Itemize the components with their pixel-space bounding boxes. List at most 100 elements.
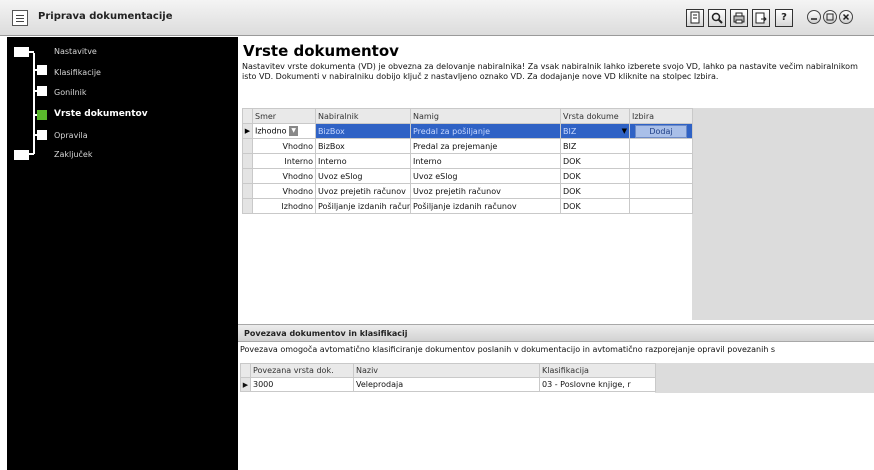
restore-icon[interactable] [823, 10, 837, 24]
dodaj-button[interactable]: Dodaj [635, 124, 687, 138]
table-row[interactable]: Vhodno BizBox Predal za prejemanje BIZ [242, 138, 693, 154]
cell-namig[interactable]: Uvoz eSlog [410, 168, 561, 184]
row-header [242, 183, 253, 199]
tree-connector [29, 51, 34, 53]
column-header-naziv[interactable]: Naziv [353, 363, 540, 378]
column-header-smer[interactable]: Smer [252, 108, 316, 124]
page-description: Nastavitev vrste dokumenta (VD) je obvez… [242, 62, 858, 81]
grid-empty-area [655, 363, 874, 393]
links-section-header: Povezava dokumentov in klasifikacij [238, 324, 874, 342]
cell-vrsta[interactable]: BIZ [560, 138, 630, 154]
grid-corner [240, 363, 251, 378]
dropdown-arrow-icon[interactable]: ▼ [289, 126, 299, 136]
row-pointer-icon: ▶ [240, 377, 251, 392]
search-icon[interactable] [708, 9, 726, 27]
sidebar-item-vrste-dokumentov[interactable]: Vrste dokumentov [54, 109, 148, 119]
wizard-steps-sidebar: Nastavitve Klasifikacije Gonilnik Vrste … [7, 37, 238, 470]
sidebar-item-zakljucek[interactable]: Zaključek [54, 150, 92, 159]
cell-nabiralnik[interactable]: Uvoz prejetih računov [315, 183, 411, 199]
cell-namig[interactable]: Interno [410, 153, 561, 169]
cell-namig[interactable]: Predal za prejemanje [410, 138, 561, 154]
dropdown-arrow-icon[interactable]: ▼ [622, 127, 627, 135]
cell-klasifikacija[interactable]: 03 - Poslovne knjige, r [539, 377, 656, 392]
cell-namig[interactable]: Pošiljanje izdanih računov [410, 198, 561, 214]
table-row[interactable]: Vhodno Uvoz prejetih računov Uvoz prejet… [242, 183, 693, 199]
table-row[interactable]: Vhodno Uvoz eSlog Uvoz eSlog DOK [242, 168, 693, 184]
tree-node-icon [37, 65, 47, 75]
cell-izbira[interactable] [629, 153, 693, 169]
sidebar-item-opravila[interactable]: Opravila [54, 131, 88, 140]
tree-node-icon [14, 47, 29, 57]
row-header [242, 168, 253, 184]
main-panel: Vrste dokumentov Nastavitev vrste dokume… [238, 37, 874, 470]
row-header [242, 153, 253, 169]
cell-nabiralnik[interactable]: Pošiljanje izdanih računov [315, 198, 411, 214]
cell-izbira[interactable]: Dodaj [629, 123, 693, 139]
cell-smer[interactable]: Interno [252, 153, 316, 169]
row-header [242, 138, 253, 154]
cell-povezana-vrsta[interactable]: 3000 [250, 377, 354, 392]
row-pointer-icon: ▶ [242, 123, 253, 139]
tree-node-active-icon [37, 110, 47, 120]
grid-header-row: Smer Nabiralnik Namig Vrsta dokume Izbir… [242, 108, 693, 124]
cell-izbira[interactable] [629, 198, 693, 214]
cell-namig[interactable]: Uvoz prejetih računov [410, 183, 561, 199]
cell-vrsta[interactable]: DOK [560, 153, 630, 169]
window-titlebar: Priprava dokumentacije ? [0, 0, 874, 36]
cell-vrsta[interactable]: DOK [560, 198, 630, 214]
column-header-izbira[interactable]: Izbira [629, 108, 693, 124]
cell-nabiralnik[interactable]: BizBox [315, 138, 411, 154]
cell-smer[interactable]: Vhodno [252, 168, 316, 184]
tree-connector [29, 153, 34, 155]
cell-smer[interactable]: Vhodno [252, 138, 316, 154]
table-row[interactable]: Interno Interno Interno DOK [242, 153, 693, 169]
sidebar-item-klasifikacije[interactable]: Klasifikacije [54, 68, 101, 77]
tree-node-icon [14, 150, 29, 160]
cell-izbira[interactable] [629, 168, 693, 184]
column-header-nabiralnik[interactable]: Nabiralnik [315, 108, 411, 124]
close-icon[interactable] [839, 10, 853, 24]
column-header-namig[interactable]: Namig [410, 108, 561, 124]
document-links-grid: Povezana vrsta dok. Naziv Klasifikacija … [240, 363, 656, 392]
row-header [242, 198, 253, 214]
minimize-icon[interactable] [807, 10, 821, 24]
cell-vrsta[interactable]: DOK [560, 168, 630, 184]
column-header-povezana-vrsta[interactable]: Povezana vrsta dok. [250, 363, 354, 378]
export-icon[interactable] [752, 9, 770, 27]
cell-nabiralnik[interactable]: BizBox [315, 123, 411, 139]
table-row[interactable]: Izhodno Pošiljanje izdanih računov Pošil… [242, 198, 693, 214]
grid-header-row: Povezana vrsta dok. Naziv Klasifikacija [240, 363, 656, 378]
column-header-vrsta[interactable]: Vrsta dokume [560, 108, 630, 124]
table-row[interactable]: ▶ Izhodno ▼ BizBox Predal za pošiljanje … [242, 123, 693, 139]
page-title: Vrste dokumentov [243, 42, 399, 60]
tree-node-icon [37, 130, 47, 140]
sidebar-item-gonilnik[interactable]: Gonilnik [54, 88, 87, 97]
column-header-klasifikacija[interactable]: Klasifikacija [539, 363, 656, 378]
tree-node-icon [37, 86, 47, 96]
cell-smer[interactable]: Vhodno [252, 183, 316, 199]
help-button[interactable]: ? [775, 9, 793, 27]
cell-naziv[interactable]: Veleprodaja [353, 377, 540, 392]
cell-nabiralnik[interactable]: Interno [315, 153, 411, 169]
cell-izbira[interactable] [629, 138, 693, 154]
smer-value: Izhodno [255, 126, 287, 136]
grid-empty-area [692, 108, 874, 320]
cell-vrsta[interactable]: DOK [560, 183, 630, 199]
cell-izbira[interactable] [629, 183, 693, 199]
print-icon[interactable] [730, 9, 748, 27]
app-menu-icon[interactable] [12, 10, 28, 26]
vrsta-select[interactable]: BIZ ▼ [560, 123, 630, 139]
table-row[interactable]: ▶ 3000 Veleprodaja 03 - Poslovne knjige,… [240, 377, 656, 392]
cell-smer[interactable]: Izhodno [252, 198, 316, 214]
document-types-grid: Smer Nabiralnik Namig Vrsta dokume Izbir… [242, 108, 693, 214]
cell-nabiralnik[interactable]: Uvoz eSlog [315, 168, 411, 184]
links-description: Povezava omogoča avtomatično klasificira… [240, 345, 776, 354]
vrsta-value: BIZ [563, 126, 577, 136]
smer-combo[interactable]: Izhodno ▼ [252, 123, 316, 139]
cell-namig[interactable]: Predal za pošiljanje [410, 123, 561, 139]
grid-corner [242, 108, 253, 124]
sidebar-item-nastavitve[interactable]: Nastavitve [54, 47, 97, 56]
links-section-title: Povezava dokumentov in klasifikacij [244, 329, 408, 338]
document-icon[interactable] [686, 9, 704, 27]
window-title: Priprava dokumentacije [38, 11, 173, 22]
